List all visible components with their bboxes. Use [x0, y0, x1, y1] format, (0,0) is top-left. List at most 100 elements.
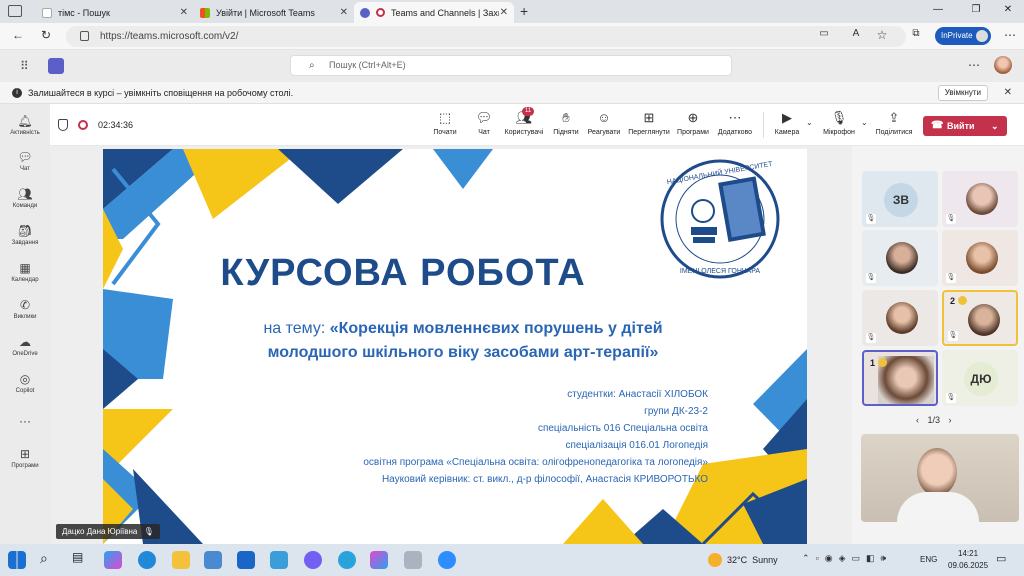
camera-options-chevron-icon[interactable]: ⌄: [806, 118, 813, 127]
telegram-app-icon[interactable]: [338, 551, 356, 569]
participant-tile[interactable]: ДЮ 🎙︎: [942, 350, 1018, 406]
participant-tile[interactable]: 1: [862, 350, 938, 406]
slide-subtitle: на тему: «Корекція мовленнєвих порушень …: [213, 317, 713, 365]
participant-tile[interactable]: 🎙︎: [862, 290, 938, 346]
notification-bar: i Залишайтеся в курсі – увімкніть сповіщ…: [0, 82, 1024, 104]
assignments-icon: 🎒︎: [17, 224, 33, 238]
enable-notifications-button[interactable]: Увімкнути: [937, 85, 988, 101]
next-page-icon[interactable]: ›: [949, 415, 952, 425]
self-view-body: [897, 492, 979, 522]
subtitle-line-2: молодшого шкільного віку засобами арт-те…: [267, 344, 659, 361]
browser-tab-3[interactable]: Teams and Channels | Захист ✕: [354, 2, 514, 23]
apps-button[interactable]: ⊕ Програми: [675, 110, 711, 136]
rail-label: Програми: [11, 463, 39, 469]
chat-button[interactable]: 💬︎ Чат: [472, 110, 496, 136]
copilot-app-icon[interactable]: [104, 551, 122, 569]
share-button[interactable]: ⇪ Поділитися: [874, 110, 914, 136]
react-button[interactable]: ☺ Реагувати: [586, 110, 622, 136]
rail-item-teams[interactable]: 👥︎ Команди: [0, 187, 50, 209]
leave-chevron-icon[interactable]: ⌄: [991, 116, 999, 136]
browser-tab-1[interactable]: тімс - Пошук ✕: [36, 2, 194, 23]
rail-label: Завдання: [11, 240, 39, 246]
weather-text[interactable]: 32°C Sunny: [727, 555, 778, 565]
user-avatar[interactable]: [994, 56, 1012, 74]
info-icon: i: [12, 88, 22, 98]
rail-item-chat[interactable]: 💬︎ Чат: [0, 150, 50, 172]
close-tab-icon[interactable]: ✕: [180, 7, 188, 18]
participant-tile[interactable]: 2 🎙︎: [942, 290, 1018, 346]
mic-options-chevron-icon[interactable]: ⌄: [861, 118, 868, 127]
divider: [763, 112, 764, 138]
maximize-button[interactable]: ❐: [968, 4, 984, 15]
rail-item-apps[interactable]: ⊞ Програми: [0, 447, 50, 469]
app-launcher-icon[interactable]: ⠿: [20, 59, 29, 73]
clock-date[interactable]: 09.06.2025: [948, 561, 988, 570]
rail-item-copilot[interactable]: ◎ Copilot: [0, 372, 50, 394]
edge-app-icon[interactable]: [138, 551, 156, 569]
favorite-star-icon[interactable]: ☆: [874, 28, 890, 42]
participant-tile[interactable]: 🎙︎: [862, 230, 938, 286]
raise-hand-button[interactable]: ✋︎ Підняти: [551, 110, 581, 136]
rail-item-more[interactable]: ···: [0, 414, 50, 428]
new-tab-button[interactable]: +: [520, 3, 528, 19]
mic-muted-icon: 🎙︎: [866, 333, 876, 343]
camera-button[interactable]: ▶︎ Камера: [770, 110, 804, 136]
browser-tab-2[interactable]: Увійти | Microsoft Teams ✕: [194, 2, 354, 23]
refresh-icon[interactable]: ↻: [38, 28, 54, 42]
store-app-icon[interactable]: [204, 551, 222, 569]
tool-label: Додатково: [717, 129, 753, 136]
inprivate-badge[interactable]: InPrivate: [935, 27, 991, 45]
close-tab-icon[interactable]: ✕: [340, 7, 348, 18]
microphone-button[interactable]: 🎙︎ Мікрофон: [820, 110, 858, 136]
view-button[interactable]: ⊞ Переглянути: [626, 110, 672, 136]
rail-item-activity[interactable]: 🔔︎ Активність: [0, 114, 50, 136]
rail-item-assignments[interactable]: 🎒︎ Завдання: [0, 224, 50, 246]
close-tab-icon[interactable]: ✕: [500, 7, 508, 18]
language-indicator[interactable]: ENG: [920, 555, 937, 564]
clock-time[interactable]: 14:21: [958, 549, 978, 558]
windows-start-icon[interactable]: [8, 551, 26, 569]
back-icon[interactable]: ←: [10, 28, 26, 42]
people-button[interactable]: 👥︎ 11 Користувачі: [502, 107, 546, 136]
close-notification-icon[interactable]: ✕: [1004, 82, 1012, 104]
file-explorer-icon[interactable]: [172, 551, 190, 569]
participant-tile[interactable]: ЗВ 🎙︎: [862, 171, 938, 227]
tray-icons[interactable]: ⌃▫◉◈▭◧🕪︎: [802, 553, 892, 564]
tab-actions-icon[interactable]: [8, 5, 22, 17]
participant-tile[interactable]: 🎙︎: [942, 230, 1018, 286]
meeting-controls-bar: 02:34:36 ⬚ Почати 💬︎ Чат 👥︎ 11 Користувачі…: [50, 104, 1024, 146]
zoom-app-icon[interactable]: [438, 551, 456, 569]
notifications-icon[interactable]: ▭: [996, 552, 1006, 565]
participant-tile[interactable]: 🎙︎: [942, 171, 1018, 227]
snipping-tool-icon[interactable]: [404, 551, 422, 569]
close-window-button[interactable]: ✕: [1000, 4, 1016, 15]
extensions-icon[interactable]: ⧉: [908, 28, 924, 39]
share-icon: ⬚: [438, 110, 452, 125]
start-button[interactable]: ⬚ Почати: [430, 110, 460, 136]
search-icon[interactable]: ⌕: [40, 550, 48, 567]
photos-app-icon[interactable]: [270, 551, 288, 569]
rail-item-onedrive[interactable]: ☁ OneDrive: [0, 335, 50, 357]
split-screen-icon[interactable]: ▭: [816, 28, 832, 39]
address-bar[interactable]: https://teams.microsoft.com/v2/: [66, 26, 906, 47]
presentation-slide: НАЦІОНАЛЬНИЙ УНІВЕРСИТЕТ ІМЕНІ ОЛЕСЯ ГОН…: [103, 149, 807, 544]
task-view-icon[interactable]: ▤: [72, 550, 83, 564]
browser-menu-icon[interactable]: ⋯: [1004, 28, 1016, 42]
rail-item-calls[interactable]: ✆ Виклики: [0, 298, 50, 320]
minimize-button[interactable]: —: [930, 4, 946, 15]
search-input[interactable]: ⌕ Пошук (Ctrl+Alt+E): [290, 55, 732, 76]
office-app-icon[interactable]: [370, 551, 388, 569]
settings-more-icon[interactable]: ⋯: [968, 58, 980, 72]
prev-page-icon[interactable]: ‹: [916, 415, 919, 425]
rail-item-calendar[interactable]: ▦ Календар: [0, 261, 50, 283]
more-button[interactable]: ⋯ Додатково: [714, 110, 756, 136]
tool-label: Користувачі: [504, 129, 544, 136]
rail-label: Активність: [10, 130, 40, 136]
raised-hand-icon: [878, 358, 887, 367]
leave-button[interactable]: ☎ Вийти ⌄: [923, 116, 1007, 136]
tool-label: Підняти: [553, 129, 579, 136]
read-aloud-icon[interactable]: A: [848, 28, 864, 39]
participant-avatar: [966, 242, 998, 274]
outlook-app-icon[interactable]: [237, 551, 255, 569]
viber-app-icon[interactable]: [304, 551, 322, 569]
